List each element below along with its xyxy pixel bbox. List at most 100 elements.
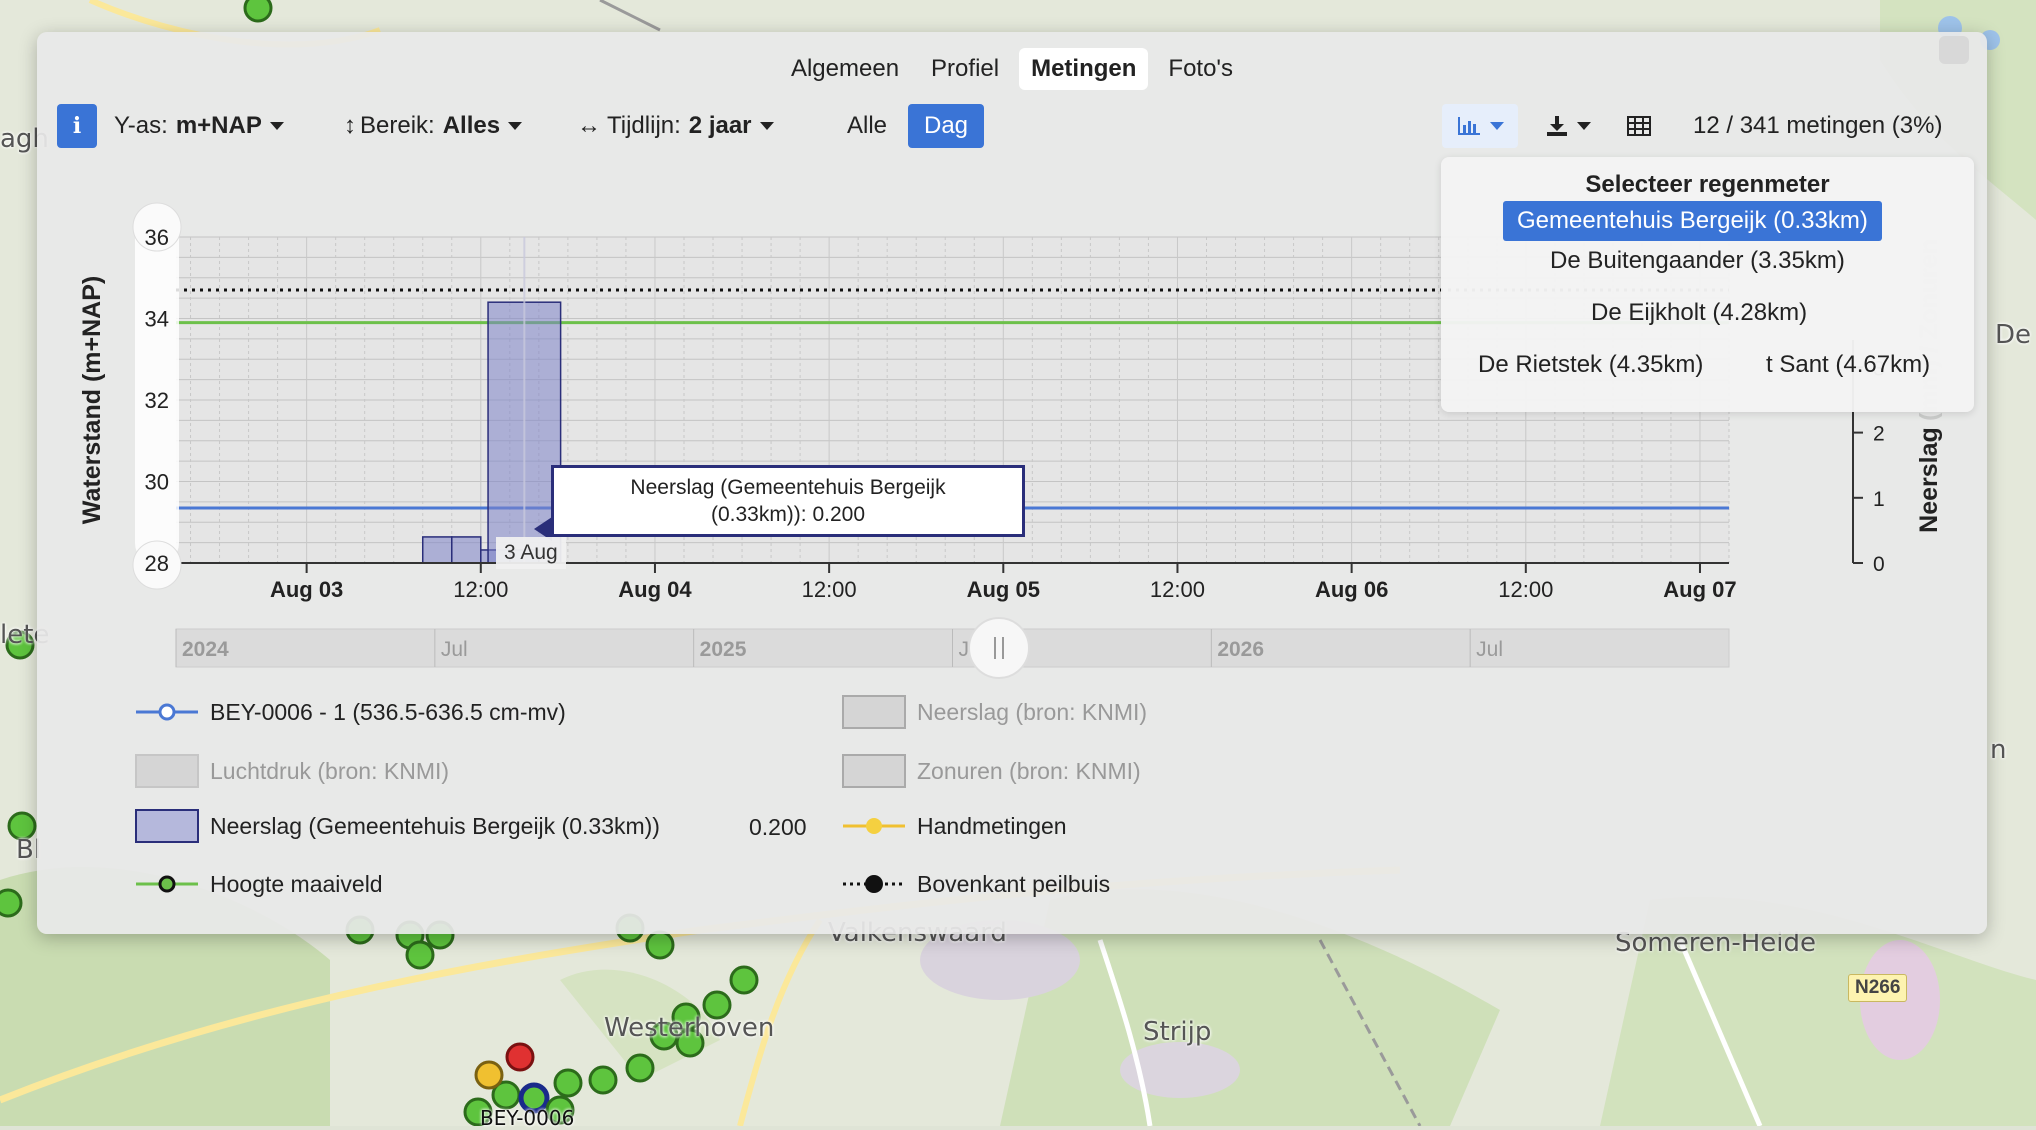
y-tick-label: 30 (145, 470, 169, 495)
rain-gauge-dropdown-title: Selecteer regenmeter (1585, 171, 1830, 198)
legend-label: Handmetingen (917, 812, 1067, 839)
x-tick-label: 12:00 (802, 577, 857, 602)
yaxis-label: Y-as: (114, 112, 168, 139)
tooltip-line-1: Neerslag (Gemeentehuis Bergeijk (630, 476, 946, 499)
map-edge-label-right-low: n (1990, 735, 2007, 765)
x-tick-label: 12:00 (1498, 577, 1553, 602)
bar-chart-icon (1458, 117, 1480, 135)
legend-rain-value: 0.200 (749, 814, 807, 840)
legend-item-knmi-rain[interactable]: Neerslag (bron: KNMI) (841, 695, 1147, 729)
range-value: Alles (442, 112, 501, 139)
map-edge-label-right: De (1995, 320, 2032, 350)
legend-item-well-top[interactable]: Bovenkant peilbuis (841, 867, 1110, 901)
yaxis-select[interactable]: Y-as: m+NAP (114, 104, 284, 148)
map-label-westerhoven: Westerhoven (604, 1013, 775, 1043)
chart-toolbar: i Y-as: m+NAP ↕ Bereik: Alles ↔ Tijdlijn… (57, 104, 1967, 148)
x-tick-label: Aug 04 (618, 577, 692, 602)
legend-line-marker-icon (843, 818, 905, 834)
legend-item-manual-measurements[interactable]: Handmetingen (841, 809, 1067, 843)
well-detail-panel: Algemeen Profiel Metingen Foto's i Y-as:… (37, 32, 1987, 934)
legend-box-icon (135, 809, 199, 843)
legend-label: Hoogte maaiveld (210, 870, 383, 897)
legend-dotted-marker-icon (843, 875, 905, 893)
rain-gauge-option-bergeijk[interactable]: Gemeentehuis Bergeijk (0.33km) (1503, 201, 1882, 241)
legend-label: Luchtdruk (bron: KNMI) (210, 757, 450, 784)
rain-gauge-option-buitengaander[interactable]: De Buitengaander (3.35km) (1550, 247, 1845, 275)
y-axis-title: Waterstand (m+NAP) (78, 276, 106, 524)
vertical-arrows-icon: ↕ (344, 112, 356, 139)
panel-tabs: Algemeen Profiel Metingen Foto's (37, 48, 1987, 90)
navigator-handle (968, 617, 1030, 679)
map-label-strijp: Strijp (1143, 1017, 1212, 1047)
rain-gauge-dropdown: Selecteer regenmeter Gemeentehuis Bergei… (1441, 157, 1974, 412)
x-tick-label: 12:00 (453, 577, 508, 602)
chevron-down-icon (1490, 122, 1504, 130)
legend-label: Neerslag (Gemeentehuis Bergeijk (0.33km)… (210, 812, 660, 839)
navigator-label: Jul (441, 638, 468, 661)
measurement-count: 12 / 341 metingen (3%) (1693, 112, 1943, 139)
legend-label: Bovenkant peilbuis (917, 870, 1111, 897)
yaxis-value: m+NAP (175, 112, 262, 139)
rain-bar (451, 536, 482, 564)
legend-label: Zonuren (bron: KNMI) (917, 757, 1141, 784)
rain-gauge-option-eijkholt[interactable]: De Eijkholt (4.28km) (1591, 299, 1807, 327)
chevron-down-icon (508, 122, 523, 130)
legend-line-marker-icon (136, 875, 198, 893)
horizontal-arrows-icon: ↔ (577, 112, 601, 139)
x-tick-label: Aug 07 (1663, 577, 1736, 602)
tab-metingen[interactable]: Metingen (1019, 48, 1149, 90)
legend-item-rain-bergeijk[interactable]: Neerslag (Gemeentehuis Bergeijk (0.33km)… (134, 809, 660, 843)
download-button[interactable] (1545, 104, 1591, 148)
chevron-down-icon (759, 122, 774, 130)
tooltip-line-2: (0.33km)): 0.200 (710, 503, 866, 526)
navigator-label: 2025 (700, 638, 747, 661)
x-tick-label: Aug 06 (1315, 577, 1388, 602)
all-button[interactable]: Alle (847, 104, 887, 148)
legend-line-marker-icon (136, 703, 198, 721)
chart-navigator[interactable]: 2024Jul2025Jul2026Jul (175, 617, 1730, 679)
road-shield-n266: N266 (1848, 974, 1908, 1002)
rain-gauge-option-sant[interactable]: t Sant (4.67km) (1766, 351, 1930, 379)
y2-axis-title: Neerslag (1915, 427, 1943, 533)
y-tick-label: 36 (145, 225, 169, 250)
chevron-down-icon (1577, 122, 1591, 130)
legend-item-ground-level[interactable]: Hoogte maaiveld (134, 867, 383, 901)
y-tick-label: 34 (145, 307, 169, 332)
map-well-label: BEY-0006 (480, 1106, 575, 1130)
y-tick-label: 28 (145, 551, 169, 576)
y2-tick-label: 2 (1873, 423, 1885, 446)
timeline-value: 2 jaar (688, 112, 752, 139)
y-tick-label: 32 (145, 388, 169, 413)
y2-tick-label: 0 (1873, 553, 1885, 576)
chart-type-button[interactable] (1442, 104, 1518, 148)
day-button[interactable]: Dag (908, 104, 985, 148)
download-icon (1547, 116, 1567, 136)
navigator-label: 2024 (182, 638, 229, 661)
timeline-label: Tijdlijn: (607, 112, 681, 139)
navigator-label: 2026 (1217, 638, 1264, 661)
legend-item-air-pressure[interactable]: Luchtdruk (bron: KNMI) (134, 754, 449, 788)
range-label: Bereik: (360, 112, 435, 139)
legend-item-sun-hours[interactable]: Zonuren (bron: KNMI) (841, 754, 1141, 788)
x-tick-label: Aug 03 (270, 577, 343, 602)
range-select[interactable]: ↕ Bereik: Alles (344, 104, 523, 148)
tab-profiel[interactable]: Profiel (919, 48, 1011, 90)
legend-box-icon (842, 695, 906, 729)
x-tick-label: Aug 05 (967, 577, 1040, 602)
navigator-label: Jul (1476, 638, 1503, 661)
y-axis-scrollbar (135, 205, 179, 565)
tab-fotos[interactable]: Foto's (1156, 48, 1245, 90)
rain-gauge-option-rietstek[interactable]: De Rietstek (4.35km) (1478, 351, 1703, 379)
crosshair-date-label: 3 Aug (496, 537, 566, 569)
legend-label: Neerslag (bron: KNMI) (917, 698, 1148, 725)
info-button[interactable]: i (57, 104, 97, 148)
table-view-button[interactable] (1627, 104, 1651, 148)
y2-tick-label: 1 (1873, 488, 1885, 511)
timeline-select[interactable]: ↔ Tijdlijn: 2 jaar (577, 104, 774, 148)
legend-item-water-level[interactable]: BEY-0006 - 1 (536.5-636.5 cm-mv) (134, 695, 566, 729)
rain-bar (421, 536, 453, 564)
chart-tooltip: Neerslag (Gemeentehuis Bergeijk (0.33km)… (551, 465, 1025, 537)
tab-algemeen[interactable]: Algemeen (779, 48, 911, 90)
legend-box-icon (135, 754, 199, 788)
x-tick-label: 12:00 (1150, 577, 1205, 602)
